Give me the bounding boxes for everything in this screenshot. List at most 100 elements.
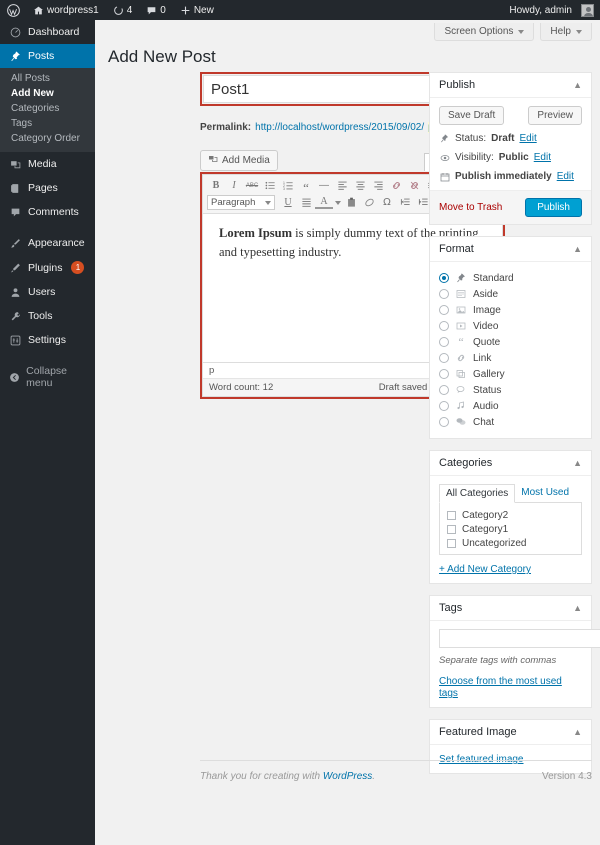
chevron-up-icon[interactable]: ▲ <box>573 727 582 737</box>
tab-most-used[interactable]: Most Used <box>515 484 575 502</box>
category-item[interactable]: Category1 <box>447 522 574 536</box>
format-option-aside[interactable]: Aside <box>439 286 582 302</box>
format-option-gallery[interactable]: Gallery <box>439 366 582 382</box>
horizontal-rule-icon[interactable]: — <box>315 178 333 194</box>
submenu-all-posts[interactable]: All Posts <box>0 71 95 86</box>
submenu-categories[interactable]: Categories <box>0 101 95 116</box>
format-option-chat[interactable]: Chat <box>439 414 582 430</box>
insert-link-icon[interactable] <box>387 178 405 194</box>
updates-menu[interactable]: 4 <box>106 0 140 20</box>
format-option-link[interactable]: Link <box>439 350 582 366</box>
numbered-list-icon[interactable]: 123 <box>279 178 297 194</box>
new-content-menu[interactable]: New <box>173 0 221 20</box>
checkbox[interactable] <box>447 539 456 548</box>
wordpress-link[interactable]: WordPress <box>323 771 372 782</box>
publish-box-header[interactable]: Publish ▲ <box>430 73 591 98</box>
move-to-trash-link[interactable]: Move to Trash <box>439 202 502 213</box>
sidebar-item-settings[interactable]: Settings <box>0 328 95 352</box>
choose-most-used-tags-link[interactable]: Choose from the most used tags <box>439 676 562 699</box>
tags-hint: Separate tags with commas <box>439 655 582 666</box>
submenu-tags[interactable]: Tags <box>0 116 95 131</box>
submenu-category-order[interactable]: Category Order <box>0 131 95 146</box>
sidebar-item-tools[interactable]: Tools <box>0 304 95 328</box>
text-color-icon[interactable]: A <box>315 196 333 209</box>
special-character-icon[interactable]: Ω <box>378 195 396 211</box>
blockquote-icon[interactable]: “ <box>297 178 315 194</box>
radio-status[interactable] <box>439 385 449 395</box>
radio-standard[interactable] <box>439 273 449 283</box>
format-option-standard[interactable]: Standard <box>439 270 582 286</box>
sidebar-item-pages[interactable]: Pages <box>0 176 95 200</box>
sidebar-item-label: Plugins <box>28 262 62 274</box>
underline-icon[interactable]: U <box>279 195 297 211</box>
chevron-up-icon[interactable]: ▲ <box>573 80 582 90</box>
unlink-icon[interactable] <box>405 178 423 194</box>
paste-as-text-icon[interactable] <box>342 195 360 211</box>
add-media-button[interactable]: Add Media <box>200 150 278 171</box>
clear-formatting-icon[interactable] <box>360 195 378 211</box>
wordpress-logo-icon[interactable] <box>0 0 26 20</box>
site-name-menu[interactable]: wordpress1 <box>26 0 106 20</box>
paragraph-format-select[interactable]: Paragraph <box>207 195 275 210</box>
justify-icon[interactable] <box>297 195 315 211</box>
sidebar-item-posts[interactable]: Posts <box>0 44 95 68</box>
bulleted-list-icon[interactable] <box>261 178 279 194</box>
radio-video[interactable] <box>439 321 449 331</box>
radio-image[interactable] <box>439 305 449 315</box>
categories-box-header[interactable]: Categories ▲ <box>430 451 591 476</box>
bold-icon[interactable]: B <box>207 178 225 194</box>
sidebar-item-users[interactable]: Users <box>0 280 95 304</box>
checkbox[interactable] <box>447 525 456 534</box>
edit-visibility-link[interactable]: Edit <box>534 152 551 163</box>
format-option-image[interactable]: Image <box>439 302 582 318</box>
screen-options-button[interactable]: Screen Options <box>434 23 534 41</box>
publish-button[interactable]: Publish <box>525 198 582 217</box>
sidebar-item-dashboard[interactable]: Dashboard <box>0 20 95 44</box>
featured-image-box-header[interactable]: Featured Image ▲ <box>430 720 591 745</box>
tab-all-categories[interactable]: All Categories <box>439 484 515 503</box>
text-color-dropdown-icon[interactable] <box>333 195 342 211</box>
tags-input[interactable] <box>439 629 600 648</box>
sidebar-item-media[interactable]: Media <box>0 152 95 176</box>
permalink-base[interactable]: http://localhost/wordpress/2015/09/02/ <box>255 122 424 133</box>
outdent-icon[interactable] <box>396 195 414 211</box>
align-center-icon[interactable] <box>351 178 369 194</box>
radio-link[interactable] <box>439 353 449 363</box>
align-right-icon[interactable] <box>369 178 387 194</box>
user-avatar-icon[interactable] <box>581 4 594 17</box>
category-item[interactable]: Uncategorized <box>447 536 574 550</box>
add-new-category-link[interactable]: + Add New Category <box>439 564 531 575</box>
radio-chat[interactable] <box>439 417 449 427</box>
format-option-quote[interactable]: “ Quote <box>439 334 582 350</box>
category-item[interactable]: Category2 <box>447 508 574 522</box>
format-option-audio[interactable]: Audio <box>439 398 582 414</box>
radio-audio[interactable] <box>439 401 449 411</box>
edit-status-link[interactable]: Edit <box>519 133 536 144</box>
save-draft-button[interactable]: Save Draft <box>439 106 504 125</box>
format-box-header[interactable]: Format ▲ <box>430 237 591 262</box>
posts-submenu: All Posts Add New Categories Tags Catego… <box>0 68 95 152</box>
howdy-account-menu[interactable]: Howdy, admin <box>502 0 576 20</box>
align-left-icon[interactable] <box>333 178 351 194</box>
tags-box-header[interactable]: Tags ▲ <box>430 596 591 621</box>
chevron-up-icon[interactable]: ▲ <box>573 458 582 468</box>
chevron-up-icon[interactable]: ▲ <box>573 603 582 613</box>
format-option-status[interactable]: Status <box>439 382 582 398</box>
italic-icon[interactable]: I <box>225 178 243 194</box>
sidebar-item-plugins[interactable]: Plugins 1 <box>0 255 95 280</box>
comments-menu[interactable]: 0 <box>139 0 173 20</box>
sidebar-item-comments[interactable]: Comments <box>0 200 95 224</box>
strikethrough-icon[interactable]: ABC <box>243 178 261 194</box>
format-option-video[interactable]: Video <box>439 318 582 334</box>
radio-quote[interactable] <box>439 337 449 347</box>
chevron-up-icon[interactable]: ▲ <box>573 244 582 254</box>
checkbox[interactable] <box>447 511 456 520</box>
radio-gallery[interactable] <box>439 369 449 379</box>
submenu-add-new[interactable]: Add New <box>0 86 95 101</box>
edit-schedule-link[interactable]: Edit <box>557 171 574 182</box>
preview-button[interactable]: Preview <box>528 106 582 125</box>
sidebar-item-appearance[interactable]: Appearance <box>0 231 95 255</box>
radio-aside[interactable] <box>439 289 449 299</box>
help-button[interactable]: Help <box>540 23 592 41</box>
collapse-menu-button[interactable]: Collapse menu <box>0 359 95 395</box>
